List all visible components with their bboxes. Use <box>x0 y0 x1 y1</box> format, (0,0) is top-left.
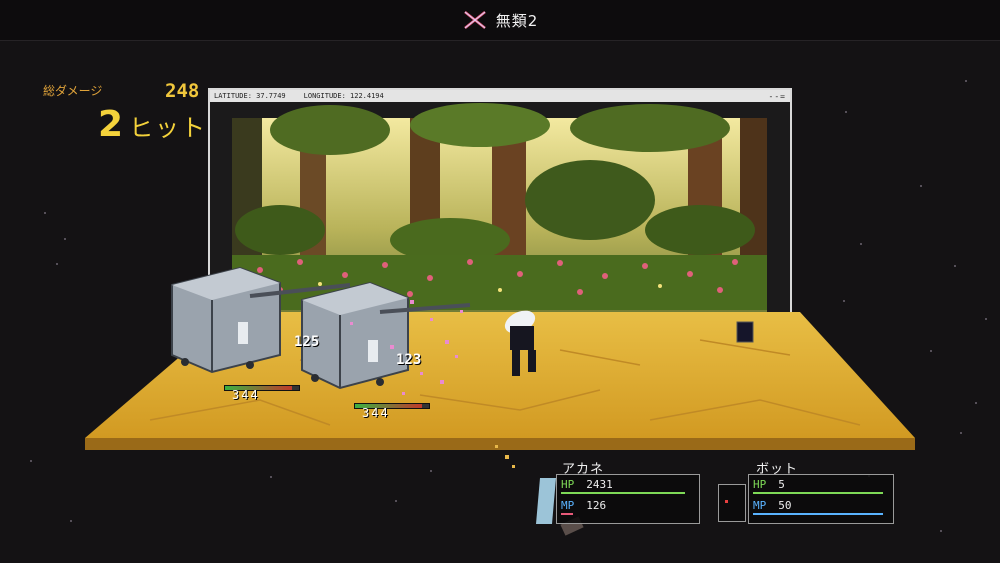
party-stats-bot: HP 5 MP 50 <box>748 474 894 524</box>
hp-value: 5 <box>778 478 785 491</box>
party-stats-akane: HP 2431 MP 126 <box>556 474 700 524</box>
enemy-1-hp-value: 344 <box>232 388 260 402</box>
mp-gauge <box>753 513 883 515</box>
status-dot <box>725 500 728 503</box>
hp-value: 2431 <box>586 478 613 491</box>
mp-value: 126 <box>586 499 607 512</box>
mp-gauge <box>561 513 573 515</box>
hp-gauge <box>561 492 685 494</box>
enemy-2-hp-value: 344 <box>362 406 390 420</box>
mp-row: MP 126 <box>561 499 606 512</box>
mp-label: MP <box>561 499 575 512</box>
hp-row: HP 5 <box>753 478 785 491</box>
dark-block <box>736 321 754 343</box>
mp-label: MP <box>753 499 767 512</box>
hp-label: HP <box>753 478 767 491</box>
hp-row: HP 2431 <box>561 478 613 491</box>
mp-value: 50 <box>778 499 792 512</box>
party-portrait-frame-bot <box>718 484 746 522</box>
damage-popup-1: 125 <box>294 334 320 350</box>
mp-row: MP 50 <box>753 499 792 512</box>
hp-label: HP <box>561 478 575 491</box>
damage-popup-2: 123 <box>396 352 422 368</box>
hp-gauge <box>753 492 883 494</box>
